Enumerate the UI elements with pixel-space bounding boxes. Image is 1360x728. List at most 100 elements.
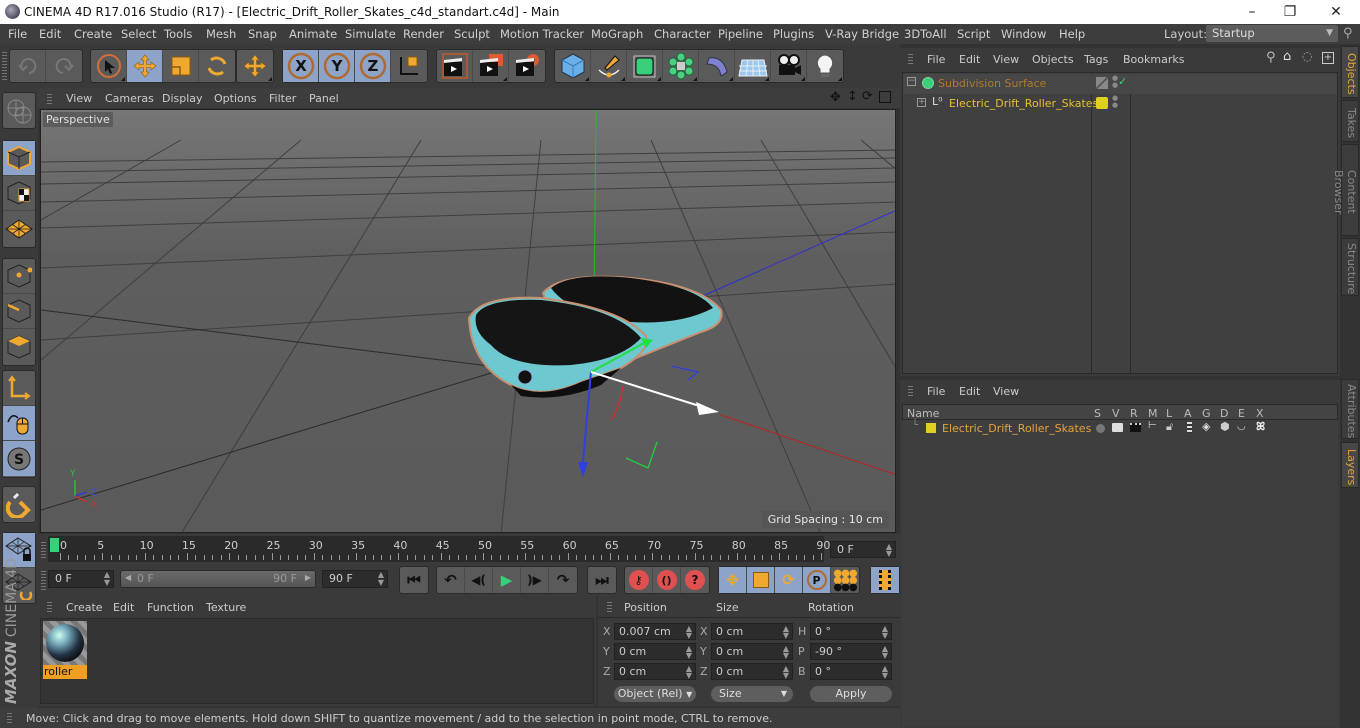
- size-z-field[interactable]: 0 cm ▲ ▼: [711, 663, 793, 680]
- layer-menu-view[interactable]: View: [993, 385, 1019, 398]
- column-visible[interactable]: V: [1112, 407, 1120, 420]
- spinner-icon[interactable]: ▲ ▼: [882, 645, 888, 660]
- menu-vray-bridge[interactable]: V-Ray Bridge: [825, 27, 899, 41]
- visibility-dots-icon[interactable]: ● ●: [1112, 95, 1118, 109]
- menu-select[interactable]: Select: [121, 27, 156, 41]
- expand-icon[interactable]: +: [917, 98, 926, 107]
- object-name[interactable]: Electric_Drift_Roller_Skates: [949, 97, 1098, 110]
- layer-name[interactable]: Electric_Drift_Roller_Skates: [942, 422, 1091, 435]
- animation-icon[interactable]: [1187, 422, 1192, 433]
- material-menu-function[interactable]: Function: [147, 601, 194, 614]
- axis-mode-button[interactable]: [3, 371, 35, 406]
- subdivision-surface-button[interactable]: [627, 50, 663, 82]
- coordinates-grip[interactable]: [607, 602, 612, 612]
- size-y-field[interactable]: 0 cm ▲ ▼: [711, 643, 793, 660]
- next-key-button[interactable]: ↷: [549, 567, 577, 593]
- key-position-button[interactable]: ✥: [719, 567, 747, 593]
- playhead[interactable]: [50, 538, 59, 552]
- position-x-field[interactable]: 0.007 cm ▲ ▼: [614, 623, 696, 640]
- keyframe-selection-button[interactable]: ?: [681, 567, 709, 593]
- start-frame-field[interactable]: 0 F ▲ ▼: [48, 570, 114, 588]
- range-left-arrow-icon[interactable]: ◀: [125, 573, 131, 582]
- layer-menu-edit[interactable]: Edit: [959, 385, 980, 398]
- menu-help[interactable]: Help: [1059, 27, 1085, 41]
- menu-plugins[interactable]: Plugins: [773, 27, 814, 41]
- position-y-field[interactable]: 0 cm ▲ ▼: [614, 643, 696, 660]
- make-editable-button[interactable]: [3, 93, 35, 128]
- size-x-field[interactable]: 0 cm ▲ ▼: [711, 623, 793, 640]
- render-picture-viewer-button[interactable]: [473, 50, 509, 82]
- size-mode-select[interactable]: Size ▼: [711, 686, 793, 702]
- layer-color-swatch[interactable]: [926, 423, 936, 433]
- model-mode-button[interactable]: [3, 141, 35, 176]
- texture-mode-button[interactable]: [3, 176, 35, 211]
- recent-tools-button[interactable]: [237, 50, 273, 82]
- range-right-arrow-icon[interactable]: ▶: [305, 573, 311, 582]
- menu-mograph[interactable]: MoGraph: [591, 27, 643, 41]
- menu-animate[interactable]: Animate: [289, 27, 337, 41]
- object-row[interactable]: + L⁰ Electric_Drift_Roller_Skates ● ●: [903, 94, 1337, 114]
- spinner-icon[interactable]: ▲ ▼: [783, 665, 789, 680]
- status-grip[interactable]: [7, 713, 12, 723]
- y-axis-lock-button[interactable]: Y: [319, 50, 355, 82]
- material-menu-texture[interactable]: Texture: [206, 601, 246, 614]
- scale-button[interactable]: [163, 50, 199, 82]
- key-scale-button[interactable]: [747, 567, 775, 593]
- menu-file[interactable]: File: [8, 27, 27, 41]
- redo-button[interactable]: [46, 50, 82, 82]
- coordinate-mode-select[interactable]: Object (Rel) ▼: [614, 686, 696, 702]
- key-rotation-button[interactable]: ⟳: [775, 567, 803, 593]
- timeline-window-button[interactable]: [871, 567, 899, 593]
- menu-window[interactable]: Window: [1001, 27, 1046, 41]
- menu-simulate[interactable]: Simulate: [345, 27, 396, 41]
- solo-toggle-icon[interactable]: [1096, 424, 1105, 433]
- material-item[interactable]: roller: [43, 621, 87, 679]
- maximize-button[interactable]: ❐: [1270, 2, 1310, 22]
- 3d-viewport[interactable]: Y Z X Perspective Grid Spacing : 10 cm: [40, 109, 896, 533]
- object-menu-bookmarks[interactable]: Bookmarks: [1123, 53, 1184, 66]
- spinner-icon[interactable]: ▲ ▼: [378, 571, 384, 587]
- viewport-menu-display[interactable]: Display: [162, 92, 203, 105]
- xrefs-icon[interactable]: ꕤ: [1256, 420, 1265, 434]
- viewport-menu-options[interactable]: Options: [214, 92, 256, 105]
- material-menu-create[interactable]: Create: [66, 601, 103, 614]
- timeline-ruler[interactable]: 0 5 10 15 20 25 30 35 40 45 50 55 60 65 70 75 80 85 90: [48, 536, 830, 562]
- menu-render[interactable]: Render: [403, 27, 444, 41]
- menu-3dtoall[interactable]: 3DToAll: [904, 27, 947, 41]
- floor-button[interactable]: [735, 50, 771, 82]
- pen-button[interactable]: [591, 50, 627, 82]
- polygons-mode-button[interactable]: [3, 329, 35, 364]
- preview-range-slider[interactable]: ◀ 0 F 90 F ▶: [120, 570, 316, 588]
- menu-create[interactable]: Create: [74, 27, 112, 41]
- spinner-icon[interactable]: ▲ ▼: [783, 625, 789, 640]
- object-menu-view[interactable]: View: [993, 53, 1019, 66]
- column-xrefs[interactable]: X: [1256, 407, 1264, 420]
- column-generators[interactable]: G: [1202, 407, 1211, 420]
- menu-script[interactable]: Script: [957, 27, 990, 41]
- menu-character[interactable]: Character: [654, 27, 711, 41]
- minimize-button[interactable]: –: [1232, 2, 1272, 22]
- tab-attributes[interactable]: Attributes: [1341, 379, 1359, 439]
- goto-end-button[interactable]: ⏭: [588, 567, 616, 593]
- object-row[interactable]: − Subdivision Surface ● ● ✓: [903, 74, 1337, 94]
- enabled-check-icon[interactable]: ✓: [1118, 75, 1127, 88]
- object-menu-edit[interactable]: Edit: [959, 53, 980, 66]
- spinner-icon[interactable]: ▲ ▼: [882, 625, 888, 640]
- layer-row[interactable]: └ Electric_Drift_Roller_Skates ⊢ 🔓︎ ◈ ⬢ …: [902, 420, 1338, 436]
- layer-color-icon[interactable]: [1096, 97, 1108, 109]
- render-settings-button[interactable]: [509, 50, 545, 82]
- spinner-icon[interactable]: ▲ ▼: [783, 645, 789, 660]
- undo-button[interactable]: [10, 50, 46, 82]
- visible-eye-icon[interactable]: [1112, 423, 1123, 432]
- prev-frame-button[interactable]: ◀(: [465, 567, 493, 593]
- column-solo[interactable]: S: [1094, 407, 1101, 420]
- object-menu-objects[interactable]: Objects: [1032, 53, 1074, 66]
- key-parameter-button[interactable]: P: [803, 567, 831, 593]
- autokeying-button[interactable]: (): [653, 567, 681, 593]
- tab-objects[interactable]: Objects: [1341, 46, 1359, 98]
- column-locked[interactable]: L: [1166, 407, 1172, 420]
- toolbar-grip[interactable]: [2, 52, 7, 80]
- home-icon[interactable]: ⌂: [1283, 49, 1291, 64]
- material-menu-edit[interactable]: Edit: [113, 601, 134, 614]
- close-button[interactable]: ✕: [1316, 2, 1356, 22]
